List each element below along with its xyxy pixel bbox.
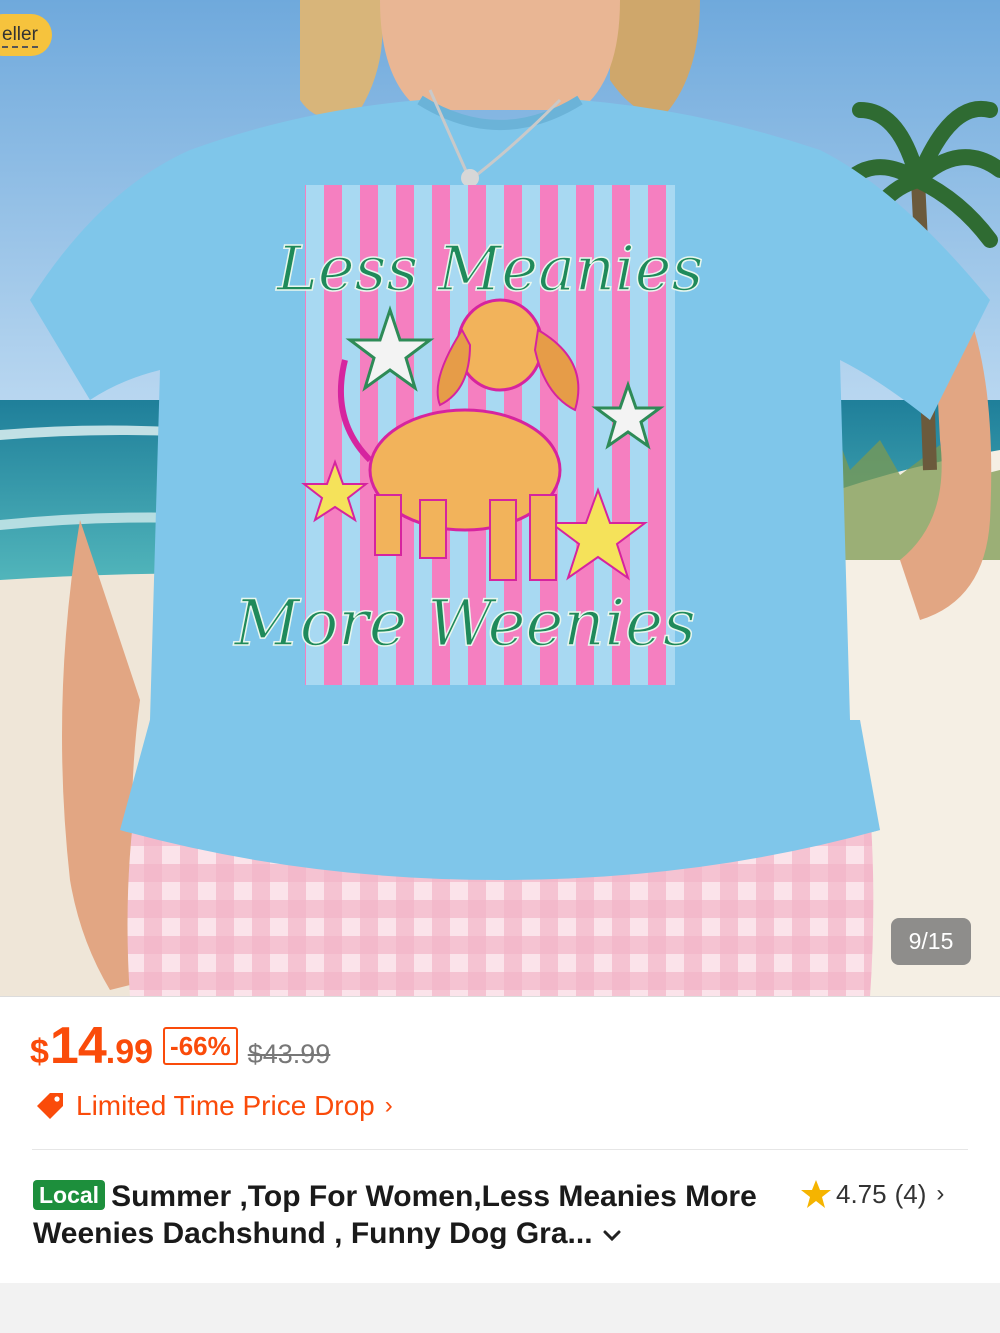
product-title-text: Summer ,Top For Women,Less Meanies More … — [33, 1180, 757, 1250]
chevron-down-icon[interactable] — [601, 1227, 623, 1245]
product-photo: Less Meanies More Weenies — [0, 0, 1000, 996]
product-page: Less Meanies More Weenies eller 9/15 $ 1… — [0, 0, 1000, 1333]
chevron-right-icon: › — [936, 1180, 945, 1207]
rating-summary[interactable]: 4.75 (4) › — [800, 1178, 944, 1210]
rating-count: (4) — [894, 1178, 927, 1209]
price-decimal: .99 — [105, 1033, 154, 1071]
print-line-2: More Weenies — [233, 587, 696, 661]
divider — [32, 1149, 968, 1150]
price-tag-icon — [37, 1093, 63, 1119]
rating-score: 4.75 — [836, 1178, 887, 1209]
price-row: $ 14 .99 -66% $43.99 — [30, 1016, 330, 1076]
chevron-right-icon: › — [384, 1092, 393, 1119]
price-integer: 14 — [49, 1017, 107, 1075]
discount-badge: -66% — [163, 1027, 238, 1065]
section-separator — [0, 1283, 1000, 1333]
image-counter: 9/15 — [891, 918, 971, 965]
price-currency: $ — [30, 1033, 49, 1071]
original-price: $43.99 — [247, 1039, 331, 1069]
print-line-1: Less Meanies — [276, 232, 704, 305]
sale-price: $ 14 .99 — [30, 1016, 153, 1076]
local-badge: Local — [33, 1180, 106, 1210]
seller-badge[interactable]: eller — [0, 14, 52, 56]
price-drop-link[interactable]: Limited Time Price Drop › — [34, 1087, 393, 1125]
product-title[interactable]: Local Summer ,Top For Women,Less Meanies … — [33, 1178, 773, 1252]
price-drop-label: Limited Time Price Drop — [76, 1090, 375, 1121]
product-image-carousel[interactable]: Less Meanies More Weenies eller 9/15 — [0, 0, 1000, 997]
star-icon — [801, 1180, 831, 1208]
